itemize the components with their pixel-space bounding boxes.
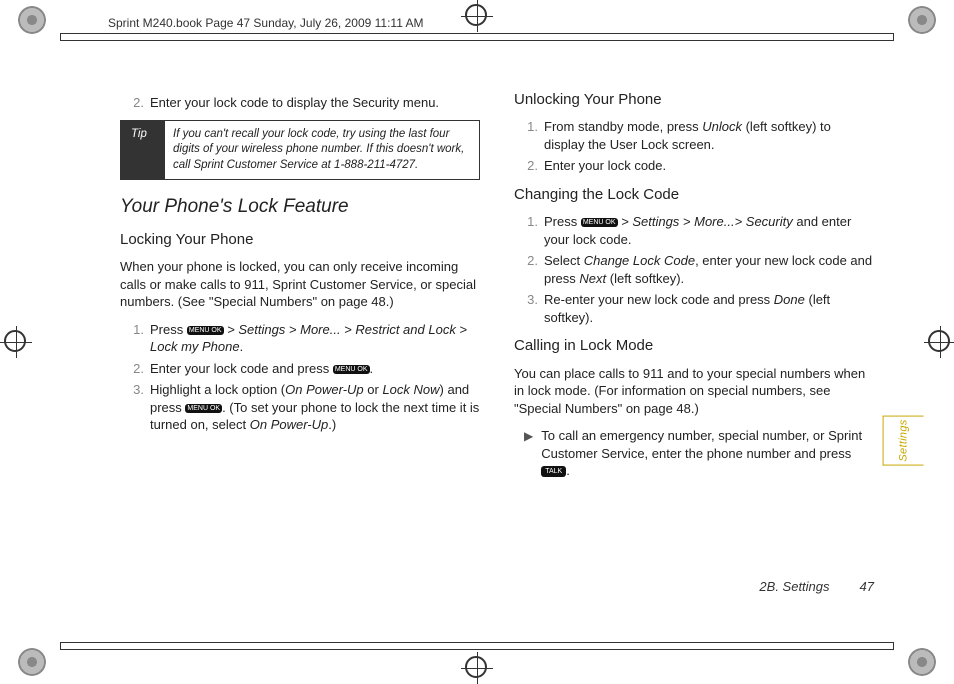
registration-mark-icon [18,648,46,676]
softkey-label: Next [579,271,606,286]
step-number: 2. [130,360,144,378]
step-number: 1. [524,213,538,248]
text: Highlight a lock option ( [150,382,285,397]
footer-section: 2B. Settings [759,579,829,594]
step-item: 2. Enter your lock code and press MENU O… [130,360,480,378]
step-item: 3. Re-enter your new lock code and press… [524,291,874,326]
step-item: 1. Press MENU OK > Settings > More... > … [130,321,480,356]
step-number: 1. [130,321,144,356]
step-item: 1. Press MENU OK > Settings > More...> S… [524,213,874,248]
menu-path: > Settings > More...> Security [618,214,793,229]
sub-heading: Locking Your Phone [120,230,480,250]
tip-label: Tip [121,121,165,180]
option-text: Change Lock Code [584,253,695,268]
footer-page-number: 47 [860,579,874,594]
step-text: To call an emergency number, special num… [541,427,874,480]
option-text: On Power-Up [250,417,329,432]
text: .) [328,417,336,432]
text: Press [544,214,581,229]
step-text: Highlight a lock option (On Power-Up or … [150,381,480,434]
option-text: On Power-Up [285,382,364,397]
body-paragraph: When your phone is locked, you can only … [120,258,480,311]
step-number: 2. [524,157,538,175]
step-number: 3. [130,381,144,434]
crosshair-icon [4,330,26,352]
step-number: 2. [130,94,144,112]
bullet-item: ▶ To call an emergency number, special n… [524,427,874,480]
right-column: Unlocking Your Phone 1. From standby mod… [514,90,874,486]
registration-mark-icon [908,6,936,34]
step-text: Enter your lock code. [544,157,874,175]
step-text: Enter your lock code to display the Secu… [150,94,480,112]
step-text: Press MENU OK > Settings > More... > Res… [150,321,480,356]
registration-mark-icon [908,648,936,676]
page-footer: 2B. Settings 47 [759,579,874,594]
sub-heading: Changing the Lock Code [514,185,874,205]
text: Re-enter your new lock code and press [544,292,774,307]
text: . [370,361,374,376]
step-text: Enter your lock code and press MENU OK. [150,360,480,378]
menu-ok-key-icon: MENU OK [185,404,222,413]
text: or [364,382,383,397]
page-header: Sprint M240.book Page 47 Sunday, July 26… [108,12,424,34]
step-number: 2. [524,252,538,287]
registration-mark-icon [18,6,46,34]
crop-line [60,40,894,41]
text: Enter your lock code and press [150,361,333,376]
step-text: Press MENU OK > Settings > More...> Secu… [544,213,874,248]
menu-ok-key-icon: MENU OK [581,218,618,227]
step-number: 1. [524,118,538,153]
text: Press [150,322,187,337]
softkey-label: Unlock [702,119,742,134]
softkey-label: Done [774,292,805,307]
menu-ok-key-icon: MENU OK [333,365,370,374]
tip-text: If you can't recall your lock code, try … [165,121,479,180]
left-column: 2. Enter your lock code to display the S… [120,90,480,486]
step-item: 1. From standby mode, press Unlock (left… [524,118,874,153]
triangle-bullet-icon: ▶ [524,427,533,480]
crosshair-icon [465,4,487,26]
step-item: 3. Highlight a lock option (On Power-Up … [130,381,480,434]
step-item: 2. Enter your lock code to display the S… [130,94,480,112]
crop-line [60,643,894,649]
section-heading: Your Phone's Lock Feature [120,194,480,220]
option-text: Lock Now [382,382,439,397]
tip-callout: Tip If you can't recall your lock code, … [120,120,480,181]
crosshair-icon [928,330,950,352]
talk-key-icon: TALK [541,466,566,477]
step-item: 2. Select Change Lock Code, enter your n… [524,252,874,287]
crop-line [60,649,894,650]
sub-heading: Unlocking Your Phone [514,90,874,110]
body-paragraph: You can place calls to 911 and to your s… [514,365,874,418]
step-item: 2. Enter your lock code. [524,157,874,175]
text: (left softkey). [606,271,684,286]
crosshair-icon [465,656,487,678]
text: . [240,339,244,354]
step-text: From standby mode, press Unlock (left so… [544,118,874,153]
side-tab-label: Settings [882,415,923,465]
sub-heading: Calling in Lock Mode [514,336,874,356]
step-number: 3. [524,291,538,326]
step-text: Select Change Lock Code, enter your new … [544,252,874,287]
text: From standby mode, press [544,119,702,134]
menu-ok-key-icon: MENU OK [187,326,224,335]
text: . [566,463,570,478]
text: Select [544,253,584,268]
step-text: Re-enter your new lock code and press Do… [544,291,874,326]
crop-line [60,34,894,40]
text: To call an emergency number, special num… [541,428,862,461]
